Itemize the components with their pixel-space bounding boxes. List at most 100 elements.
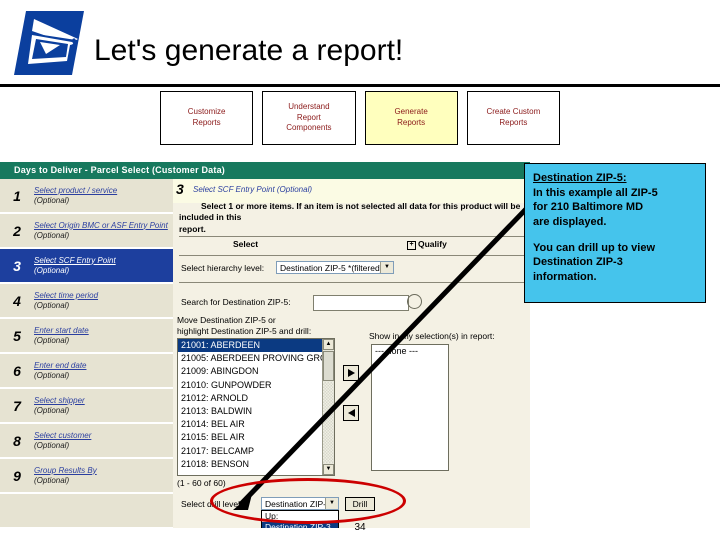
app-titlebar: Days to Deliver - Parcel Select (Custome… [0, 162, 530, 179]
step-optional: (Optional) [34, 405, 70, 415]
step-detail-panel: 3 Select SCF Entry Point (Optional) Sele… [173, 179, 530, 528]
panel-header: 3 Select SCF Entry Point (Optional) [173, 179, 530, 203]
step-number: 8 [13, 432, 21, 449]
callout-line-1: In this example all ZIP-5 [533, 186, 658, 199]
list-instruction-line-1: Move Destination ZIP-5 or [177, 315, 276, 325]
panel-instruction: Select 1 or more items. If an item is no… [179, 201, 527, 235]
scroll-up-icon[interactable]: ▲ [323, 339, 334, 350]
red-annotation-ellipse [210, 478, 406, 524]
column-headers: Select + Qualify [173, 239, 530, 253]
zip-list-item[interactable]: 21017: BELCAMP [178, 445, 334, 458]
nav-box-row: Customize Reports Understand Report Compone… [160, 91, 560, 147]
column-header-qualify: + Qualify [407, 239, 447, 250]
scrollbar-track[interactable] [323, 382, 334, 463]
hierarchy-level-select[interactable]: Destination ZIP-5 *(filtered)* ▼ [276, 261, 394, 274]
step-item-6[interactable]: 6 Enter end date (Optional) [0, 354, 173, 389]
step-number: 6 [13, 362, 21, 379]
nav-box-understand-report-components[interactable]: Understand Report Components [262, 91, 356, 145]
nav-box-generate-reports[interactable]: Generate Reports [364, 91, 458, 145]
callout-line-6: information. [533, 270, 597, 283]
expand-plus-icon[interactable]: + [407, 241, 416, 250]
panel-step-title: Select SCF Entry Point (Optional) [193, 185, 313, 194]
step-link[interactable]: Select SCF Entry Point [34, 256, 116, 266]
step-link[interactable]: Group Results By [34, 466, 97, 476]
callout-line-3: are displayed. [533, 215, 607, 228]
divider-under-hierarchy [179, 282, 524, 283]
callout-line-4: You can drill up to view [533, 241, 656, 254]
callout-box: Destination ZIP-5: In this example all Z… [524, 163, 706, 303]
step-link[interactable]: Enter end date [34, 361, 86, 371]
step-item-5[interactable]: 5 Enter start date (Optional) [0, 319, 173, 354]
step-list: 1 Select product / service (Optional) 2 … [0, 179, 173, 528]
callout-line-2: for 210 Baltimore MD [533, 201, 644, 214]
zip-list-item[interactable]: 21014: BEL AIR [178, 418, 334, 431]
application-screenshot: Days to Deliver - Parcel Select (Custome… [0, 162, 530, 528]
selection-label: Show in my selection(s) in report: [369, 331, 495, 341]
step-optional: (Optional) [34, 230, 70, 240]
step-number: 2 [13, 222, 21, 239]
search-zip-input[interactable] [313, 295, 409, 311]
step-item-4[interactable]: 4 Select time period (Optional) [0, 284, 173, 319]
scroll-down-icon[interactable]: ▼ [323, 464, 334, 475]
move-right-button[interactable] [343, 365, 359, 381]
step-number: 7 [13, 397, 21, 414]
step-number: 9 [13, 467, 21, 484]
step-optional: (Optional) [34, 440, 70, 450]
step-item-1[interactable]: 1 Select product / service (Optional) [0, 179, 173, 214]
step-item-9[interactable]: 9 Group Results By (Optional) [0, 459, 173, 494]
step-item-2[interactable]: 2 Select Origin BMC or ASF Entry Point (… [0, 214, 173, 249]
zip-listbox[interactable]: 21001: ABERDEEN 21005: ABERDEEN PROVING … [177, 338, 335, 476]
step-optional: (Optional) [34, 335, 70, 345]
step-link[interactable]: Enter start date [34, 326, 89, 336]
zip-list-item[interactable]: 21013: BALDWIN [178, 405, 334, 418]
slide-page-number: 34 [354, 522, 366, 533]
qualify-label: Qualify [418, 239, 447, 249]
callout-line-5: Destination ZIP-3 [533, 256, 623, 269]
selection-listbox[interactable]: --- none --- [371, 344, 449, 471]
step-item-8[interactable]: 8 Select customer (Optional) [0, 424, 173, 459]
divider-under-headers [179, 255, 524, 256]
nav-box-create-custom-reports[interactable]: Create Custom Reports [466, 91, 560, 145]
step-link[interactable]: Select product / service [34, 186, 117, 196]
step-number: 5 [13, 327, 21, 344]
step-optional: (Optional) [34, 195, 70, 205]
zip-list-item[interactable]: 21012: ARNOLD [178, 392, 334, 405]
zip-list-item[interactable]: 21009: ABINGDON [178, 365, 334, 378]
zip-list-item[interactable]: 21001: ABERDEEN [178, 339, 334, 353]
step-link[interactable]: Select shipper [34, 396, 85, 406]
callout-heading: Destination ZIP-5: [533, 172, 627, 184]
step-item-7[interactable]: 7 Select shipper (Optional) [0, 389, 173, 424]
callout-spacer [533, 230, 699, 241]
search-icon[interactable] [407, 294, 422, 309]
scrollbar-thumb[interactable] [323, 351, 334, 381]
page-title: Let's generate a report! [94, 34, 404, 67]
move-left-button[interactable] [343, 405, 359, 421]
chevron-down-icon[interactable]: ▼ [380, 262, 393, 273]
step-number: 3 [13, 257, 21, 274]
zip-list-item[interactable]: 21005: ABERDEEN PROVING GRO [178, 352, 334, 365]
zip-list-scrollbar[interactable]: ▲ ▼ [322, 339, 334, 475]
step-optional: (Optional) [34, 300, 70, 310]
step-link[interactable]: Select time period [34, 291, 98, 301]
zip-list-item[interactable]: 21018: BENSON [178, 458, 334, 471]
list-instruction: Move Destination ZIP-5 or highlight Dest… [177, 315, 311, 336]
slide-header: Let's generate a report! [0, 0, 720, 87]
usps-eagle-logo [14, 11, 84, 75]
hierarchy-level-label: Select hierarchy level: [181, 263, 265, 273]
selection-list-item: --- none --- [375, 346, 419, 356]
list-instruction-line-2: highlight Destination ZIP-5 and drill: [177, 325, 312, 336]
step-optional: (Optional) [34, 265, 70, 275]
zip-list-item[interactable]: 21015: BEL AIR [178, 431, 334, 444]
list-pager: (1 - 60 of 60) [177, 478, 226, 488]
zip-list-item[interactable]: 21010: GUNPOWDER [178, 379, 334, 392]
nav-box-customize-reports[interactable]: Customize Reports [160, 91, 254, 145]
step-item-3[interactable]: 3 Select SCF Entry Point (Optional) [0, 249, 173, 284]
step-optional: (Optional) [34, 370, 70, 380]
step-link[interactable]: Select customer [34, 431, 91, 441]
hierarchy-level-value: Destination ZIP-5 *(filtered)* [280, 263, 386, 273]
step-number: 1 [13, 187, 21, 204]
instruction-line-1: Select 1 or more items. If an item is no… [179, 201, 521, 223]
search-zip-label: Search for Destination ZIP-5: [181, 297, 291, 307]
panel-step-number: 3 [176, 181, 184, 197]
step-link[interactable]: Select Origin BMC or ASF Entry Point [34, 221, 168, 231]
